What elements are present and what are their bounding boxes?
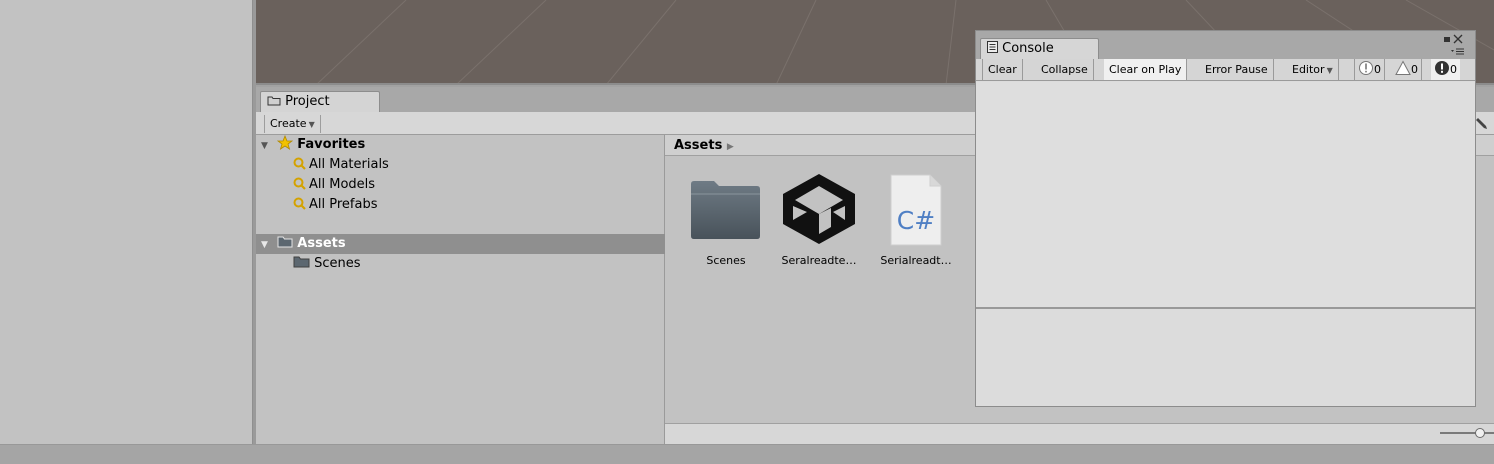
clear-on-play-toggle[interactable]: Clear on Play bbox=[1104, 59, 1188, 80]
tab-project[interactable]: Project bbox=[260, 91, 380, 113]
create-label: Create bbox=[270, 117, 307, 130]
error-filter-toggle[interactable]: 0 bbox=[1431, 59, 1460, 80]
folder-icon bbox=[277, 236, 293, 248]
favorite-label: All Prefabs bbox=[309, 197, 378, 212]
console-toolbar: Clear Collapse Clear on Play Error Pause… bbox=[976, 59, 1475, 81]
favorite-label: All Models bbox=[309, 177, 376, 192]
collapse-button[interactable]: Collapse bbox=[1036, 59, 1094, 80]
assets-status-bar bbox=[665, 423, 1494, 444]
project-tab-label: Project bbox=[285, 94, 330, 109]
clear-label: Clear bbox=[988, 63, 1017, 76]
menu-icon[interactable] bbox=[1451, 48, 1464, 55]
create-dropdown-button[interactable]: Create ▼ bbox=[264, 115, 321, 133]
clear-on-play-label: Clear on Play bbox=[1109, 63, 1182, 76]
maximize-icon[interactable] bbox=[1444, 37, 1450, 42]
warning-count: 0 bbox=[1411, 63, 1418, 76]
chevron-right-icon: ▶ bbox=[726, 142, 734, 152]
console-log-list[interactable] bbox=[976, 82, 1475, 309]
console-detail-pane[interactable] bbox=[976, 311, 1475, 406]
breadcrumb-assets[interactable]: Assets bbox=[674, 138, 722, 153]
info-count: 0 bbox=[1374, 63, 1381, 76]
folder-icon bbox=[691, 181, 760, 239]
pencil-icon[interactable] bbox=[1474, 117, 1490, 131]
warning-icon bbox=[1395, 60, 1411, 75]
search-icon bbox=[293, 197, 306, 210]
favorites-label: Favorites bbox=[297, 137, 366, 152]
zoom-slider[interactable] bbox=[1440, 427, 1494, 439]
error-pause-toggle[interactable]: Error Pause bbox=[1200, 59, 1274, 80]
info-filter-toggle[interactable]: 0 bbox=[1354, 59, 1385, 80]
asset-label: Seralreadte… bbox=[781, 254, 857, 267]
status-bar bbox=[0, 444, 1494, 464]
tab-console[interactable]: Console bbox=[980, 38, 1099, 60]
error-icon bbox=[1435, 61, 1449, 75]
asset-item-scene-file[interactable]: Seralreadte… bbox=[776, 172, 862, 272]
tree-item-assets[interactable]: ▼ Assets bbox=[256, 234, 665, 254]
zoom-slider-thumb[interactable] bbox=[1475, 428, 1485, 438]
search-icon bbox=[293, 157, 306, 170]
chevron-down-icon: ▼ bbox=[1326, 66, 1333, 75]
close-icon[interactable] bbox=[1453, 34, 1463, 44]
tree-item-favorites[interactable]: ▼ Favorites bbox=[256, 134, 665, 156]
asset-item-scenes[interactable]: Scenes bbox=[683, 172, 769, 272]
warning-filter-toggle[interactable]: 0 bbox=[1392, 59, 1422, 80]
unity-logo-icon bbox=[783, 174, 855, 244]
inspector-panel bbox=[0, 0, 253, 444]
asset-item-csharp-script[interactable]: C# Serialreadt… bbox=[873, 172, 959, 272]
window-controls bbox=[1444, 34, 1464, 55]
editor-label: Editor bbox=[1292, 63, 1325, 76]
search-icon bbox=[293, 177, 306, 190]
tree-item-all-prefabs[interactable]: All Prefabs bbox=[256, 195, 665, 215]
error-pause-label: Error Pause bbox=[1205, 63, 1268, 76]
console-icon bbox=[987, 41, 998, 53]
collapse-label: Collapse bbox=[1041, 63, 1088, 76]
clear-button[interactable]: Clear bbox=[982, 59, 1023, 80]
asset-label: Serialreadt… bbox=[880, 254, 952, 267]
project-folder-icon bbox=[267, 96, 281, 106]
tree-item-all-materials[interactable]: All Materials bbox=[256, 155, 665, 175]
tree-item-scenes[interactable]: Scenes bbox=[256, 254, 665, 274]
star-icon bbox=[276, 134, 294, 150]
error-count: 0 bbox=[1450, 63, 1457, 76]
editor-dropdown[interactable]: Editor ▼ bbox=[1287, 59, 1339, 80]
folder-icon bbox=[293, 256, 310, 268]
favorite-label: All Materials bbox=[309, 157, 389, 172]
csharp-glyph: C# bbox=[896, 206, 936, 235]
scenes-tree-label: Scenes bbox=[314, 256, 361, 271]
info-icon bbox=[1359, 61, 1373, 75]
tree-item-all-models[interactable]: All Models bbox=[256, 175, 665, 195]
chevron-down-icon: ▼ bbox=[308, 120, 315, 129]
console-tab-label: Console bbox=[1002, 41, 1054, 56]
fold-arrow-icon[interactable]: ▼ bbox=[261, 235, 273, 255]
fold-arrow-icon[interactable]: ▼ bbox=[261, 136, 273, 156]
assets-tree-label: Assets bbox=[297, 236, 346, 251]
asset-label: Scenes bbox=[706, 254, 746, 267]
